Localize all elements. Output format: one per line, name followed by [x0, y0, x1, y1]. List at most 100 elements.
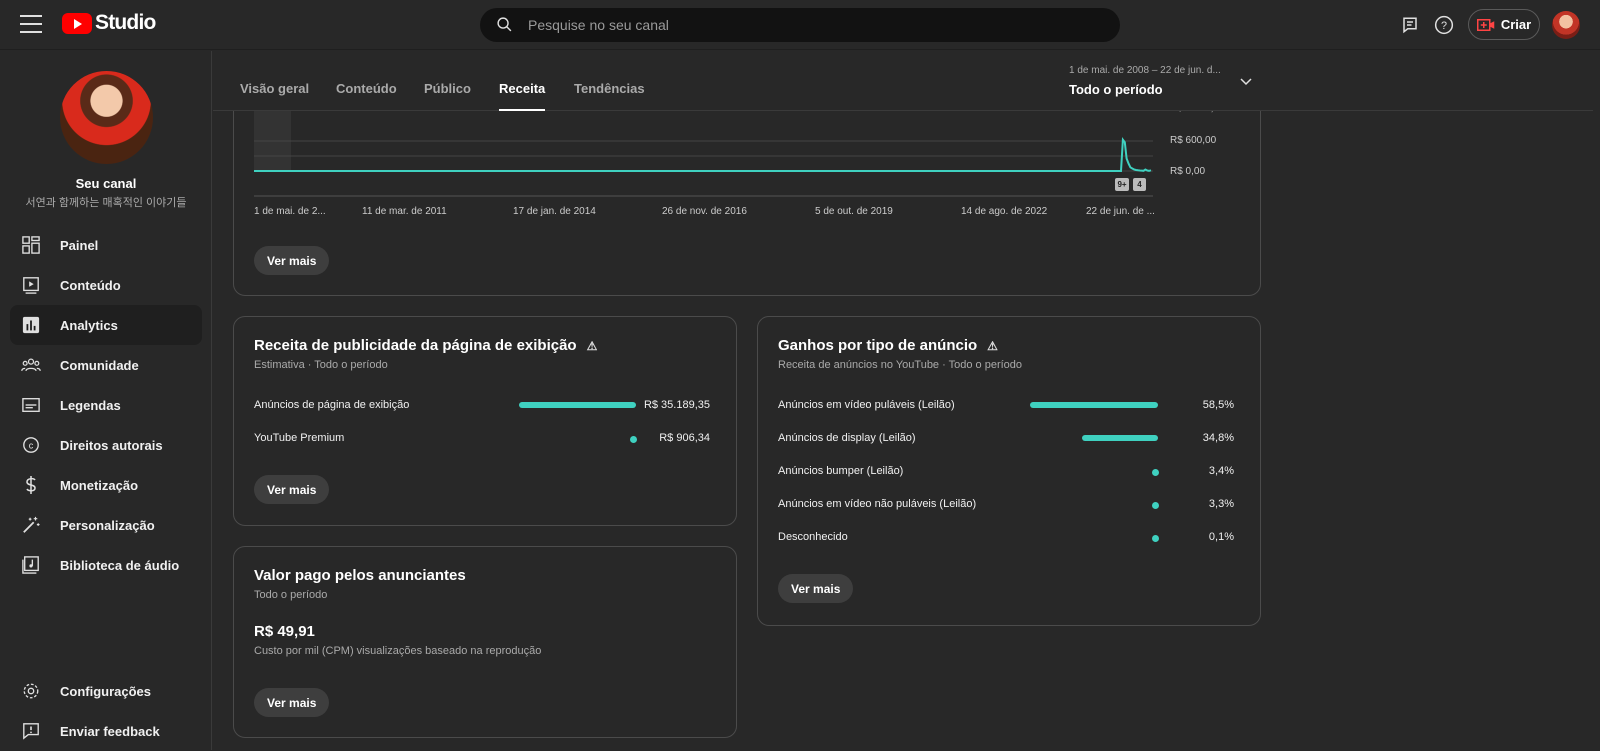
card-subtitle: Estimativa · Todo o período — [254, 359, 388, 371]
sidebar-item-label: Direitos autorais — [60, 437, 163, 453]
dollar-icon — [21, 475, 41, 495]
sidebar: Seu canal 서연과 함께하는 매혹적인 이야기들 Painel Cont… — [0, 51, 212, 750]
tab-visao-geral[interactable]: Visão geral — [240, 81, 309, 96]
youtube-play-icon — [62, 12, 92, 34]
x-tick-label: 26 de nov. de 2016 — [662, 206, 747, 217]
ver-mais-button[interactable]: Ver mais — [254, 246, 330, 275]
help-icon[interactable]: ? — [1432, 13, 1456, 37]
sidebar-item-label: Conteúdo — [60, 277, 121, 293]
sidebar-item-direitos-autorais[interactable]: c Direitos autorais — [10, 425, 202, 465]
row-value: 3,3% — [1208, 498, 1234, 510]
ver-mais-button[interactable]: Ver mais — [254, 475, 330, 504]
period-label: Todo o período — [1069, 82, 1163, 97]
share-dot — [1152, 502, 1159, 509]
sidebar-item-painel[interactable]: Painel — [10, 225, 202, 265]
card-subtitle: Todo o período — [254, 589, 328, 601]
period-range: 1 de mai. de 2008 – 22 de jun. d... — [1069, 65, 1221, 76]
period-selector[interactable]: 1 de mai. de 2008 – 22 de jun. d... Todo… — [1069, 65, 1221, 97]
search-input[interactable] — [528, 8, 1098, 42]
search-bar[interactable] — [480, 8, 1120, 42]
create-button[interactable]: Criar — [1468, 9, 1540, 40]
channel-tagline: 서연과 함께하는 매혹적인 이야기들 — [25, 197, 187, 209]
row-value: R$ 906,34 — [659, 432, 710, 444]
x-tick-label: 14 de ago. de 2022 — [961, 206, 1048, 217]
tab-conteudo[interactable]: Conteúdo — [336, 81, 397, 96]
share-dot — [1152, 535, 1159, 542]
sidebar-item-biblioteca-de-audio[interactable]: Biblioteca de áudio — [10, 545, 202, 585]
chevron-down-icon[interactable] — [1240, 76, 1252, 88]
row-value: 34,8% — [1202, 432, 1234, 444]
sidebar-item-label: Legendas — [60, 397, 121, 413]
messages-icon[interactable] — [1398, 13, 1422, 37]
sidebar-item-conteudo[interactable]: Conteúdo — [10, 265, 202, 305]
gear-icon — [21, 681, 41, 701]
top-bar: Studio ? Criar — [0, 0, 1600, 50]
share-dot — [1152, 469, 1159, 476]
warning-icon[interactable]: ⚠ — [987, 339, 998, 353]
cpm-description: Custo por mil (CPM) visualizações basead… — [254, 645, 542, 657]
cpm-value: R$ 49,91 — [254, 623, 315, 640]
row-value: 3,4% — [1208, 465, 1234, 477]
card-title: Ganhos por tipo de anúncio ⚠ — [778, 337, 998, 354]
channel-avatar[interactable] — [60, 71, 153, 164]
menu-icon[interactable] — [20, 15, 42, 33]
tab-publico[interactable]: Público — [424, 81, 471, 96]
magic-wand-icon — [21, 515, 41, 535]
sidebar-item-enviar-feedback[interactable]: Enviar feedback — [10, 711, 202, 751]
y-tick-label: R$ 600,00 — [1170, 135, 1217, 146]
ver-mais-button[interactable]: Ver mais — [778, 574, 854, 603]
ad-type-earnings-card: Ganhos por tipo de anúncio ⚠ Receita de a… — [757, 316, 1261, 626]
create-label: Criar — [1500, 17, 1532, 32]
studio-logo[interactable]: Studio — [62, 11, 156, 35]
row-label: Anúncios em vídeo puláveis (Leilão) — [778, 399, 955, 411]
share-bar — [1030, 402, 1158, 408]
share-bar — [519, 402, 636, 408]
row-label: Anúncios bumper (Leilão) — [778, 465, 904, 477]
sidebar-item-label: Enviar feedback — [60, 723, 160, 739]
share-bar — [1081, 435, 1158, 441]
logo-text: Studio — [95, 11, 156, 34]
card-title: Valor pago pelos anunciantes — [254, 567, 466, 584]
sidebar-item-configuracoes[interactable]: Configurações — [10, 671, 202, 711]
analytics-icon — [21, 315, 41, 335]
analytics-tabs: Visão geral Conteúdo Público Receita Ten… — [213, 51, 1593, 111]
row-label: Anúncios em vídeo não puláveis (Leilão) — [778, 498, 977, 510]
sidebar-item-personalizacao[interactable]: Personalização — [10, 505, 202, 545]
row-label: YouTube Premium — [254, 432, 345, 444]
sidebar-item-label: Configurações — [60, 683, 152, 699]
sidebar-item-comunidade[interactable]: Comunidade — [10, 345, 202, 385]
video-marker-badge[interactable]: 4 — [1133, 178, 1146, 191]
share-dot — [630, 436, 637, 443]
advertiser-paid-card: Valor pago pelos anunciantes Todo o perí… — [233, 546, 737, 738]
content-icon — [21, 275, 41, 295]
x-tick-label: 11 de mar. de 2011 — [362, 206, 447, 217]
channel-name: Seu canal — [75, 176, 137, 191]
card-subtitle: Receita de anúncios no YouTube · Todo o … — [778, 359, 1023, 371]
audio-library-icon — [21, 555, 41, 575]
account-avatar[interactable] — [1552, 11, 1580, 39]
create-video-icon — [1476, 18, 1495, 31]
svg-text:c: c — [29, 441, 34, 451]
sidebar-item-legendas[interactable]: Legendas — [10, 385, 202, 425]
video-marker-badge[interactable]: 9+ — [1115, 178, 1129, 191]
community-icon — [21, 355, 41, 375]
ad-revenue-card: Receita de publicidade da página de exib… — [233, 316, 737, 526]
copyright-icon: c — [21, 435, 41, 455]
sidebar-item-label: Personalização — [60, 517, 155, 533]
tab-receita[interactable]: Receita — [499, 81, 546, 111]
svg-text:?: ? — [1441, 20, 1447, 32]
ver-mais-button[interactable]: Ver mais — [254, 688, 330, 717]
search-icon — [497, 17, 512, 32]
row-value: 58,5% — [1202, 399, 1234, 411]
row-value: R$ 35.189,35 — [643, 399, 710, 411]
sidebar-item-monetizacao[interactable]: Monetização — [10, 465, 202, 505]
row-label: Anúncios de display (Leilão) — [778, 432, 916, 444]
subtitles-icon — [21, 395, 41, 415]
sidebar-item-analytics[interactable]: Analytics — [10, 305, 202, 345]
x-tick-label: 1 de mai. de 2... — [254, 206, 326, 217]
warning-icon[interactable]: ⚠ — [587, 339, 598, 353]
row-label: Desconhecido — [778, 531, 848, 543]
sidebar-item-label: Monetização — [60, 477, 139, 493]
tab-tendencias[interactable]: Tendências — [574, 81, 645, 96]
feedback-icon — [21, 721, 41, 741]
